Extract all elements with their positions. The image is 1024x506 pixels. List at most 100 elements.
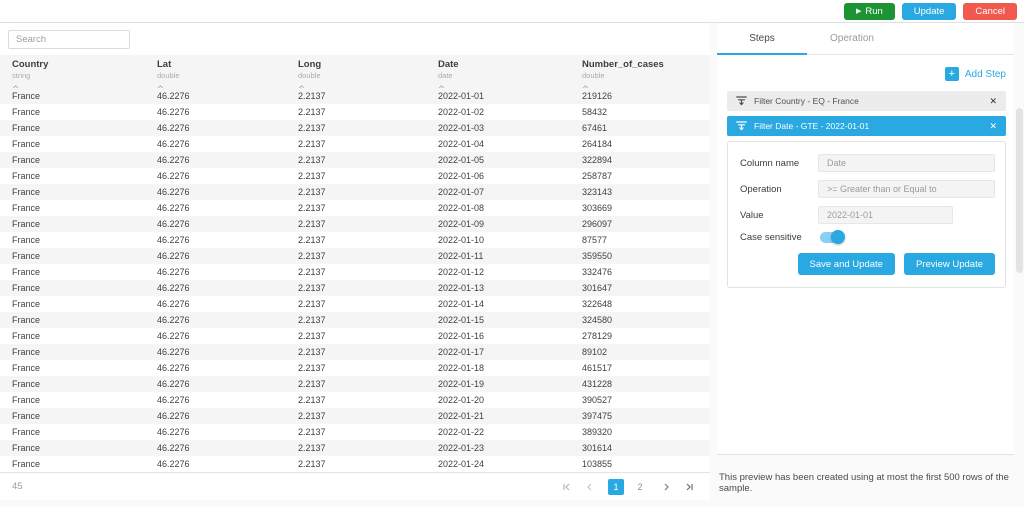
preview-update-button[interactable]: Preview Update [903, 253, 995, 275]
cancel-button[interactable]: Cancel [963, 2, 1017, 20]
table-cell: 2022-01-22 [438, 427, 485, 437]
table-cell: 2.2137 [298, 299, 326, 309]
table-cell: 2022-01-14 [438, 299, 485, 309]
data-preview-section: Country string Lat double Long double Da… [0, 23, 710, 500]
tab-steps[interactable]: Steps [717, 23, 807, 55]
table-row[interactable]: France 46.2276 2.2137 2022-01-20 390527 [0, 392, 710, 408]
column-type: string [12, 71, 31, 80]
column-name-field[interactable] [818, 154, 995, 172]
column-header[interactable]: Long double [286, 55, 426, 94]
table-cell: 2022-01-19 [438, 379, 485, 389]
table-row[interactable]: France 46.2276 2.2137 2022-01-15 324580 [0, 312, 710, 328]
toggle-knob [831, 230, 845, 244]
value-field[interactable] [818, 206, 953, 224]
table-cell: 322648 [582, 299, 613, 309]
filter-step[interactable]: Filter Date - GTE - 2022-01-01 ✕ [727, 116, 1006, 136]
table-row[interactable]: France 46.2276 2.2137 2022-01-19 431228 [0, 376, 710, 392]
search-input[interactable] [8, 29, 130, 49]
table-cell: 46.2276 [157, 91, 190, 101]
case-sensitive-toggle[interactable] [820, 230, 845, 244]
table-row[interactable]: France 46.2276 2.2137 2022-01-12 332476 [0, 264, 710, 280]
table-cell: 46.2276 [157, 139, 190, 149]
column-header[interactable]: Country string [0, 55, 145, 94]
table-cell: 2022-01-15 [438, 315, 485, 325]
table-cell: 2.2137 [298, 379, 326, 389]
table-cell: 258787 [582, 171, 613, 181]
table-row[interactable]: France 46.2276 2.2137 2022-01-23 301614 [0, 440, 710, 456]
column-header[interactable]: Number_of_cases double [570, 55, 710, 94]
table-row[interactable]: France 46.2276 2.2137 2022-01-18 461517 [0, 360, 710, 376]
value-label: Value [740, 209, 764, 221]
table-row[interactable]: France 46.2276 2.2137 2022-01-24 103855 [0, 456, 710, 472]
table-row[interactable]: France 46.2276 2.2137 2022-01-17 89102 [0, 344, 710, 360]
table-row[interactable]: France 46.2276 2.2137 2022-01-03 67461 [0, 120, 710, 136]
table-header: Country string Lat double Long double Da… [0, 55, 710, 94]
steps-panel: Steps Operation + Add Step Filter Countr… [717, 23, 1014, 506]
column-name: Number_of_cases [582, 59, 664, 70]
table-cell: 324580 [582, 315, 613, 325]
table-row[interactable]: France 46.2276 2.2137 2022-01-08 303669 [0, 200, 710, 216]
save-and-update-button[interactable]: Save and Update [797, 253, 895, 275]
table-row[interactable]: France 46.2276 2.2137 2022-01-01 219126 [0, 88, 710, 104]
table-row[interactable]: France 46.2276 2.2137 2022-01-07 323143 [0, 184, 710, 200]
filter-step[interactable]: Filter Country - EQ - France ✕ [727, 91, 1006, 111]
table-row[interactable]: France 46.2276 2.2137 2022-01-16 278129 [0, 328, 710, 344]
table-row[interactable]: France 46.2276 2.2137 2022-01-05 322894 [0, 152, 710, 168]
table-row[interactable]: France 46.2276 2.2137 2022-01-02 58432 [0, 104, 710, 120]
run-button[interactable]: ▶ Run [843, 2, 895, 20]
table-cell: 2022-01-20 [438, 395, 485, 405]
scrollbar-thumb[interactable] [1016, 108, 1023, 273]
table-cell: 46.2276 [157, 235, 190, 245]
table-row[interactable]: France 46.2276 2.2137 2022-01-22 389320 [0, 424, 710, 440]
table-row[interactable]: France 46.2276 2.2137 2022-01-21 397475 [0, 408, 710, 424]
table-cell: 46.2276 [157, 459, 190, 469]
table-row[interactable]: France 46.2276 2.2137 2022-01-06 258787 [0, 168, 710, 184]
case-sensitive-label: Case sensitive [740, 232, 802, 243]
table-cell: 87577 [582, 235, 608, 245]
column-header[interactable]: Lat double [145, 55, 286, 94]
table-row[interactable]: France 46.2276 2.2137 2022-01-04 264184 [0, 136, 710, 152]
column-name-label: Column name [740, 157, 800, 169]
table-cell: 2022-01-07 [438, 187, 485, 197]
table-cell: France [12, 347, 41, 357]
table-cell: 2022-01-11 [438, 251, 484, 261]
close-icon[interactable]: ✕ [989, 121, 997, 132]
update-button[interactable]: Update [901, 2, 957, 20]
preview-note-area: This preview has been created using at m… [717, 455, 1014, 494]
page-button[interactable]: 1 [608, 478, 624, 495]
table-cell: 46.2276 [157, 347, 190, 357]
steps-panel-body: + Add Step Filter Country - EQ - France … [717, 55, 1014, 455]
page-button[interactable]: 2 [632, 479, 648, 495]
main-area: Country string Lat double Long double Da… [0, 23, 1024, 506]
chevron-right-icon[interactable] [661, 482, 671, 492]
table-cell: France [12, 443, 41, 453]
table-row[interactable]: France 46.2276 2.2137 2022-01-09 296097 [0, 216, 710, 232]
table-cell: France [12, 187, 41, 197]
table-row[interactable]: France 46.2276 2.2137 2022-01-11 359550 [0, 248, 710, 264]
close-icon[interactable]: ✕ [989, 96, 997, 107]
table-cell: 46.2276 [157, 395, 190, 405]
column-header[interactable]: Date date [426, 55, 570, 94]
value-row: Value [740, 206, 995, 224]
tab-operation[interactable]: Operation [807, 23, 897, 55]
last-page-icon[interactable] [684, 482, 694, 492]
column-name: Country [12, 59, 49, 70]
table-cell: 2.2137 [298, 331, 326, 341]
operation-row: Operation [740, 180, 995, 198]
add-step-button[interactable]: Add Step [965, 69, 1006, 80]
table-cell: France [12, 331, 41, 341]
table-cell: France [12, 139, 41, 149]
vertical-scrollbar[interactable] [1014, 23, 1024, 506]
table-row[interactable]: France 46.2276 2.2137 2022-01-13 301647 [0, 280, 710, 296]
table-row[interactable]: France 46.2276 2.2137 2022-01-14 322648 [0, 296, 710, 312]
operation-field[interactable] [818, 180, 995, 198]
table-cell: France [12, 379, 41, 389]
plus-icon[interactable]: + [944, 67, 959, 81]
table-cell: 2022-01-16 [438, 331, 485, 341]
table-cell: 46.2276 [157, 219, 190, 229]
chevron-left-icon[interactable] [585, 482, 595, 492]
table-row[interactable]: France 46.2276 2.2137 2022-01-10 87577 [0, 232, 710, 248]
first-page-icon[interactable] [562, 482, 572, 492]
table-cell: 46.2276 [157, 267, 190, 277]
pagination-bar: 45 12 [0, 472, 710, 500]
